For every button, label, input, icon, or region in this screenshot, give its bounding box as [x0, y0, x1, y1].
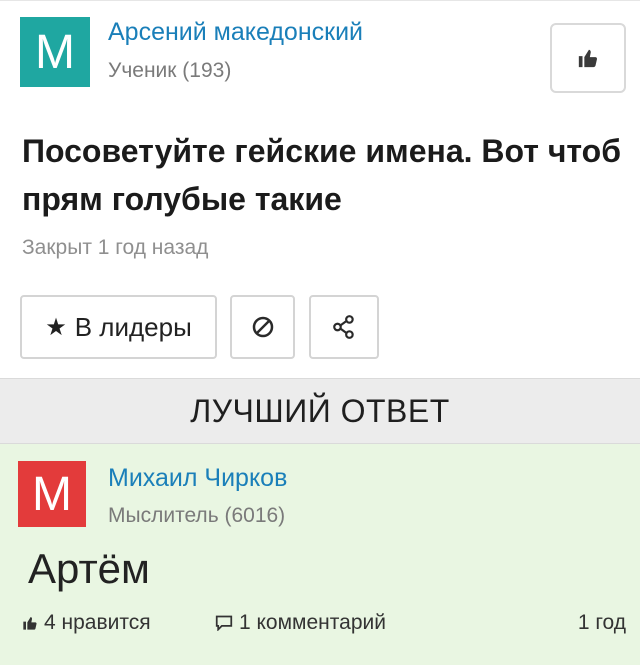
- question-card: M Арсений македонский Ученик (193) Посов…: [0, 0, 640, 379]
- answer-author-name-link[interactable]: Михаил Чирков: [108, 464, 287, 493]
- best-answer-header: ЛУЧШИЙ ОТВЕТ: [0, 378, 640, 444]
- author-name-link[interactable]: Арсений македонский: [108, 18, 363, 47]
- comment-icon: [215, 615, 233, 631]
- question-title: Посоветуйте гейские имена. Вот чтоб прям…: [22, 133, 621, 217]
- answer-age: 1 год: [578, 611, 626, 635]
- likes-count: 4 нравится: [44, 611, 151, 634]
- like-button[interactable]: [550, 23, 626, 93]
- share-button[interactable]: [309, 295, 379, 359]
- answer-text: Артём: [28, 545, 150, 592]
- answer-comments-button[interactable]: 1 комментарий: [215, 611, 386, 635]
- answer-like-button[interactable]: 4 нравится: [22, 611, 151, 635]
- star-icon: ★: [45, 313, 67, 341]
- answer-author-avatar[interactable]: M: [18, 461, 86, 527]
- to-leaders-button[interactable]: ★ В лидеры: [20, 295, 217, 359]
- answer-age-label: 1 год: [577, 611, 626, 634]
- author-avatar[interactable]: M: [20, 17, 90, 87]
- thumbs-up-icon: [23, 617, 37, 630]
- comments-count: 1 комментарий: [239, 611, 386, 634]
- report-button[interactable]: [230, 295, 295, 359]
- author-rank: Ученик (193): [108, 59, 232, 82]
- answer-author-rank: Мыслитель (6016): [108, 504, 286, 527]
- to-leaders-label: В лидеры: [74, 311, 192, 342]
- block-icon: [252, 316, 273, 338]
- share-icon: [333, 315, 354, 339]
- thumbs-up-icon: [578, 49, 598, 68]
- question-status: Закрыт 1 год назад: [22, 236, 209, 259]
